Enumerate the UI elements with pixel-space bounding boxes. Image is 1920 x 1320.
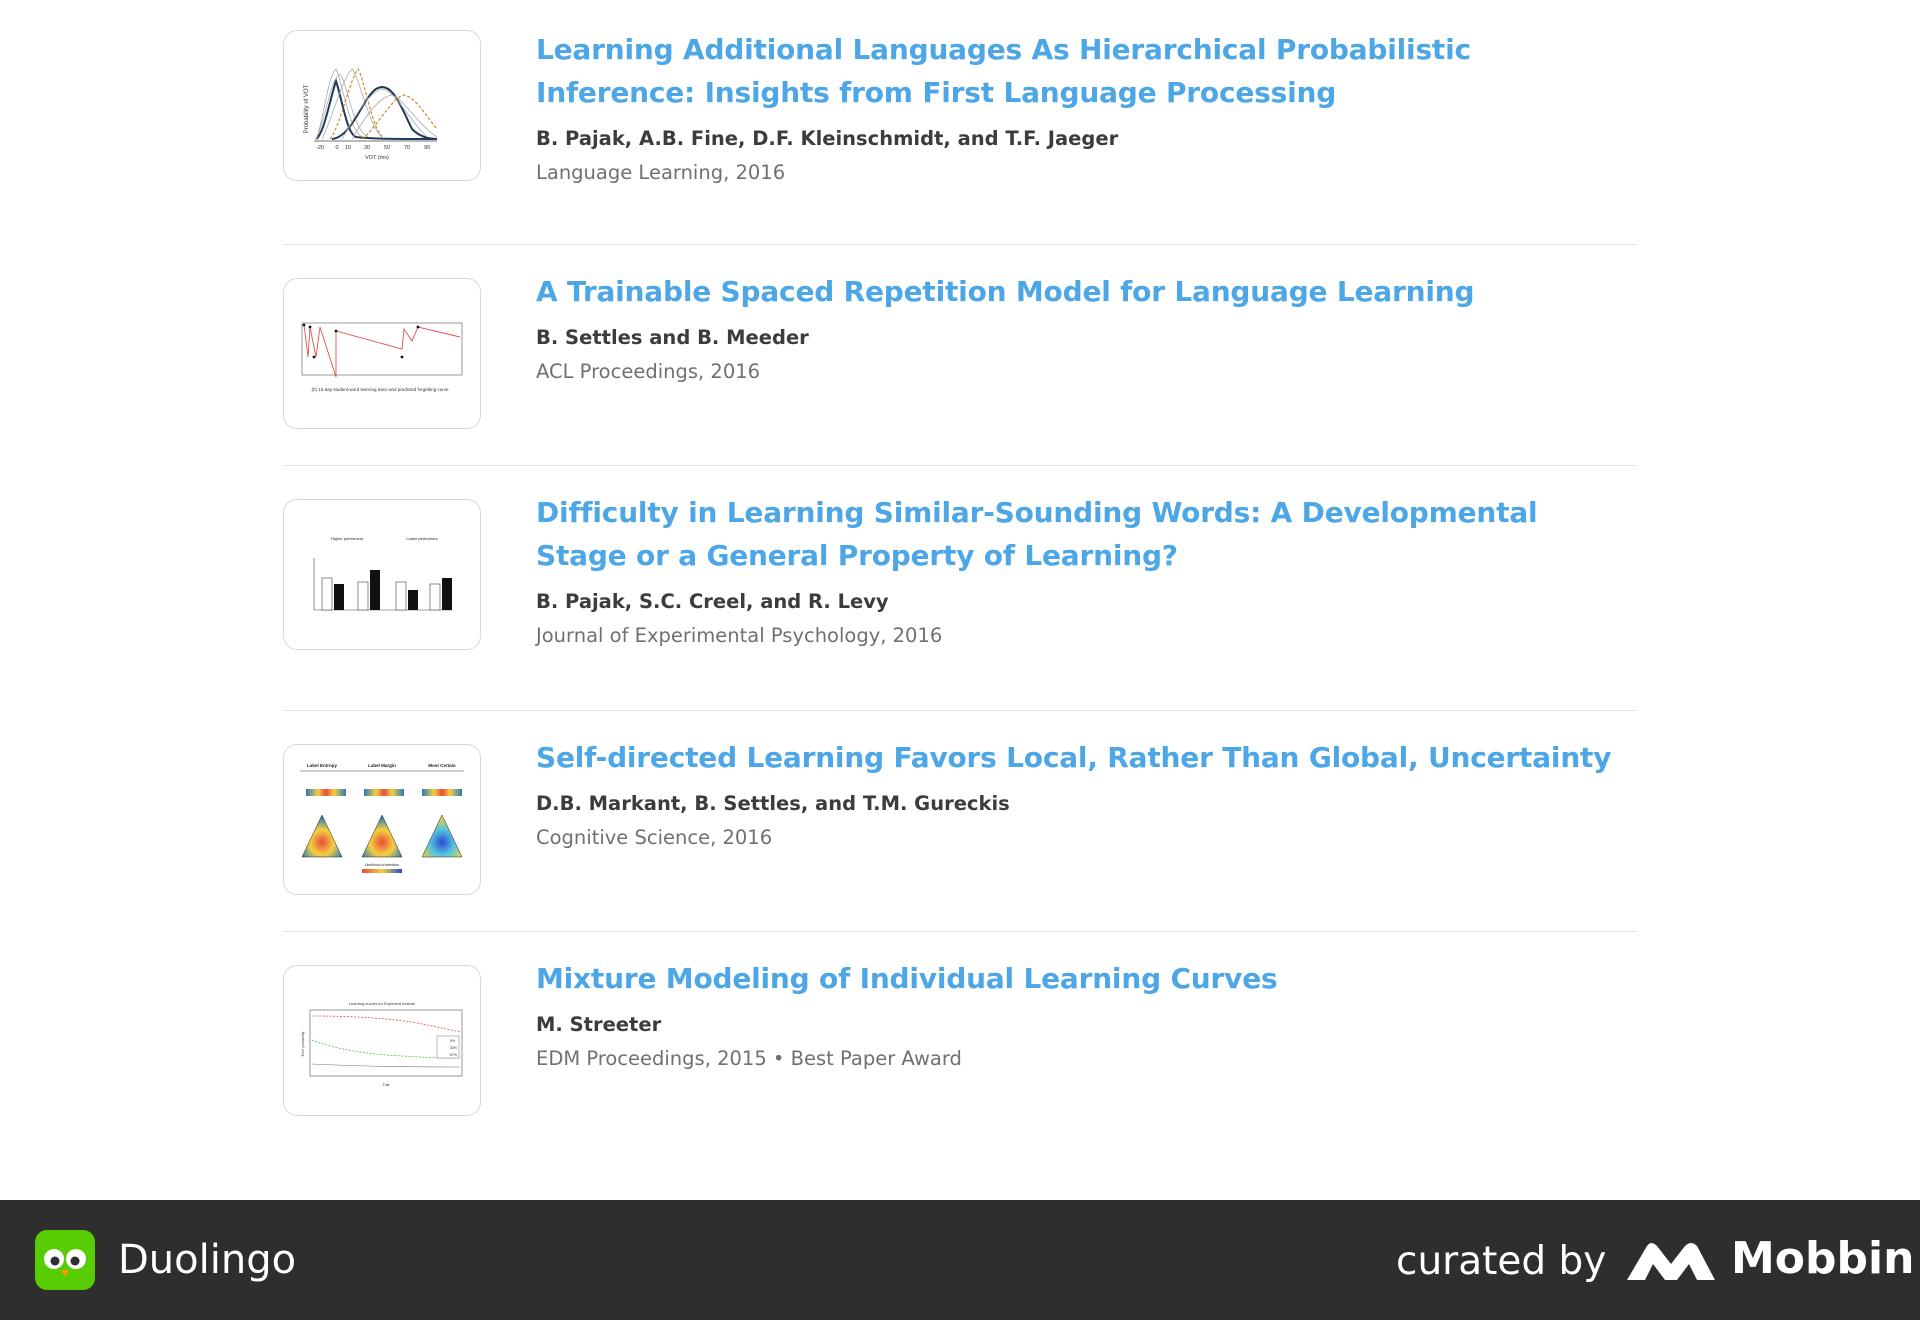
paper-venue: EDM Proceedings, 2015 • Best Paper Award bbox=[536, 1047, 962, 1070]
x-tick: 50 bbox=[384, 145, 390, 151]
legend-entry: 5% bbox=[450, 1039, 455, 1043]
figure-title: Learning curves for Exponent mixture bbox=[349, 1001, 416, 1006]
curated-by-label: curated by bbox=[1396, 1239, 1607, 1284]
paper-authors: B. Pajak, S.C. Creel, and R. Levy bbox=[536, 590, 889, 613]
paper-thumbnail[interactable]: Higher performers Lower performers bbox=[283, 499, 481, 650]
colorbar-label: Likelihood of selection bbox=[365, 863, 399, 867]
curated-footer: Duolingo curated by Mobbin bbox=[0, 1200, 1920, 1320]
publication-details: A Trainable Spaced Repetition Model for … bbox=[536, 270, 1637, 385]
paper-title-link[interactable]: Difficulty in Learning Similar-Sounding … bbox=[536, 491, 1637, 577]
x-tick: 0 bbox=[335, 145, 338, 151]
paper-title-link[interactable]: Mixture Modeling of Individual Learning … bbox=[536, 957, 1637, 1000]
bar-chart-figure: Higher performers Lower performers bbox=[313, 536, 452, 611]
brand-name: Duolingo bbox=[118, 1237, 297, 1283]
figure-ylabel: Error probability bbox=[301, 1031, 305, 1056]
paper-authors: B. Pajak, A.B. Fine, D.F. Kleinschmidt, … bbox=[536, 127, 1119, 150]
figure-ylabel: Probability of VOT bbox=[304, 84, 310, 133]
panel-title: Label Margin bbox=[368, 763, 396, 768]
panel-title: Higher performers bbox=[331, 536, 363, 541]
paper-thumbnail[interactable]: Probability of VOT -20 0 10 30 50 70 90 … bbox=[283, 30, 481, 181]
paper-thumbnail[interactable]: Label Entropy Label Margin Most Certain … bbox=[283, 744, 481, 895]
publication-item: Label Entropy Label Margin Most Certain … bbox=[283, 711, 1637, 932]
publication-item: Learning curves for Exponent mixture 5% … bbox=[283, 932, 1637, 1176]
paper-title-link[interactable]: A Trainable Spaced Repetition Model for … bbox=[536, 270, 1637, 313]
uncertainty-simplex-figure: Label Entropy Label Margin Most Certain … bbox=[300, 763, 464, 873]
paper-title-link[interactable]: Self-directed Learning Favors Local, Rat… bbox=[536, 736, 1637, 779]
panel-title: Most Certain bbox=[428, 763, 456, 768]
vot-distribution-figure: Probability of VOT -20 0 10 30 50 70 90 … bbox=[304, 67, 438, 161]
publication-details: Self-directed Learning Favors Local, Rat… bbox=[536, 736, 1637, 851]
paper-authors: D.B. Markant, B. Settles, and T.M. Gurec… bbox=[536, 792, 1010, 815]
panel-title: Lower performers bbox=[406, 536, 437, 541]
legend-entry: 67% bbox=[450, 1053, 457, 1057]
publication-item: Higher performers Lower performers Diffi… bbox=[283, 466, 1637, 711]
x-tick: 30 bbox=[364, 145, 370, 151]
panel-title: Label Entropy bbox=[307, 763, 338, 768]
figure-xlabel: VOT (ms) bbox=[365, 155, 389, 161]
x-tick: -20 bbox=[316, 145, 324, 151]
mobbin-name[interactable]: Mobbin bbox=[1731, 1233, 1914, 1285]
paper-authors: B. Settles and B. Meeder bbox=[536, 326, 809, 349]
mobbin-logo-icon bbox=[1627, 1243, 1715, 1280]
publication-list: Probability of VOT -20 0 10 30 50 70 90 … bbox=[283, 0, 1637, 1176]
publication-item: (b) 15-day student-word learning trace a… bbox=[283, 245, 1637, 466]
paper-title-link[interactable]: Learning Additional Languages As Hierarc… bbox=[536, 28, 1637, 114]
learning-curves-figure: Learning curves for Exponent mixture 5% … bbox=[301, 1001, 463, 1087]
paper-venue: Journal of Experimental Psychology, 2016 bbox=[536, 624, 943, 647]
x-tick: 10 bbox=[345, 145, 351, 151]
paper-thumbnail[interactable]: (b) 15-day student-word learning trace a… bbox=[283, 278, 481, 429]
forgetting-curve-figure: (b) 15-day student-word learning trace a… bbox=[301, 322, 463, 392]
paper-venue: ACL Proceedings, 2016 bbox=[536, 360, 761, 383]
publication-details: Difficulty in Learning Similar-Sounding … bbox=[536, 491, 1637, 649]
figure-caption: (b) 15-day student-word learning trace a… bbox=[311, 387, 449, 392]
x-tick: 70 bbox=[404, 145, 410, 151]
paper-thumbnail[interactable]: Learning curves for Exponent mixture 5% … bbox=[283, 965, 481, 1116]
legend-entry: 30% bbox=[450, 1046, 457, 1050]
duolingo-owl-icon bbox=[35, 1230, 95, 1290]
paper-venue: Cognitive Science, 2016 bbox=[536, 826, 773, 849]
publication-item: Probability of VOT -20 0 10 30 50 70 90 … bbox=[283, 0, 1637, 245]
x-tick: 90 bbox=[424, 145, 430, 151]
publication-details: Learning Additional Languages As Hierarc… bbox=[536, 28, 1637, 186]
publication-details: Mixture Modeling of Individual Learning … bbox=[536, 957, 1637, 1072]
figure-xlabel: Trial bbox=[383, 1083, 390, 1087]
paper-venue: Language Learning, 2016 bbox=[536, 161, 786, 184]
paper-authors: M. Streeter bbox=[536, 1013, 662, 1036]
